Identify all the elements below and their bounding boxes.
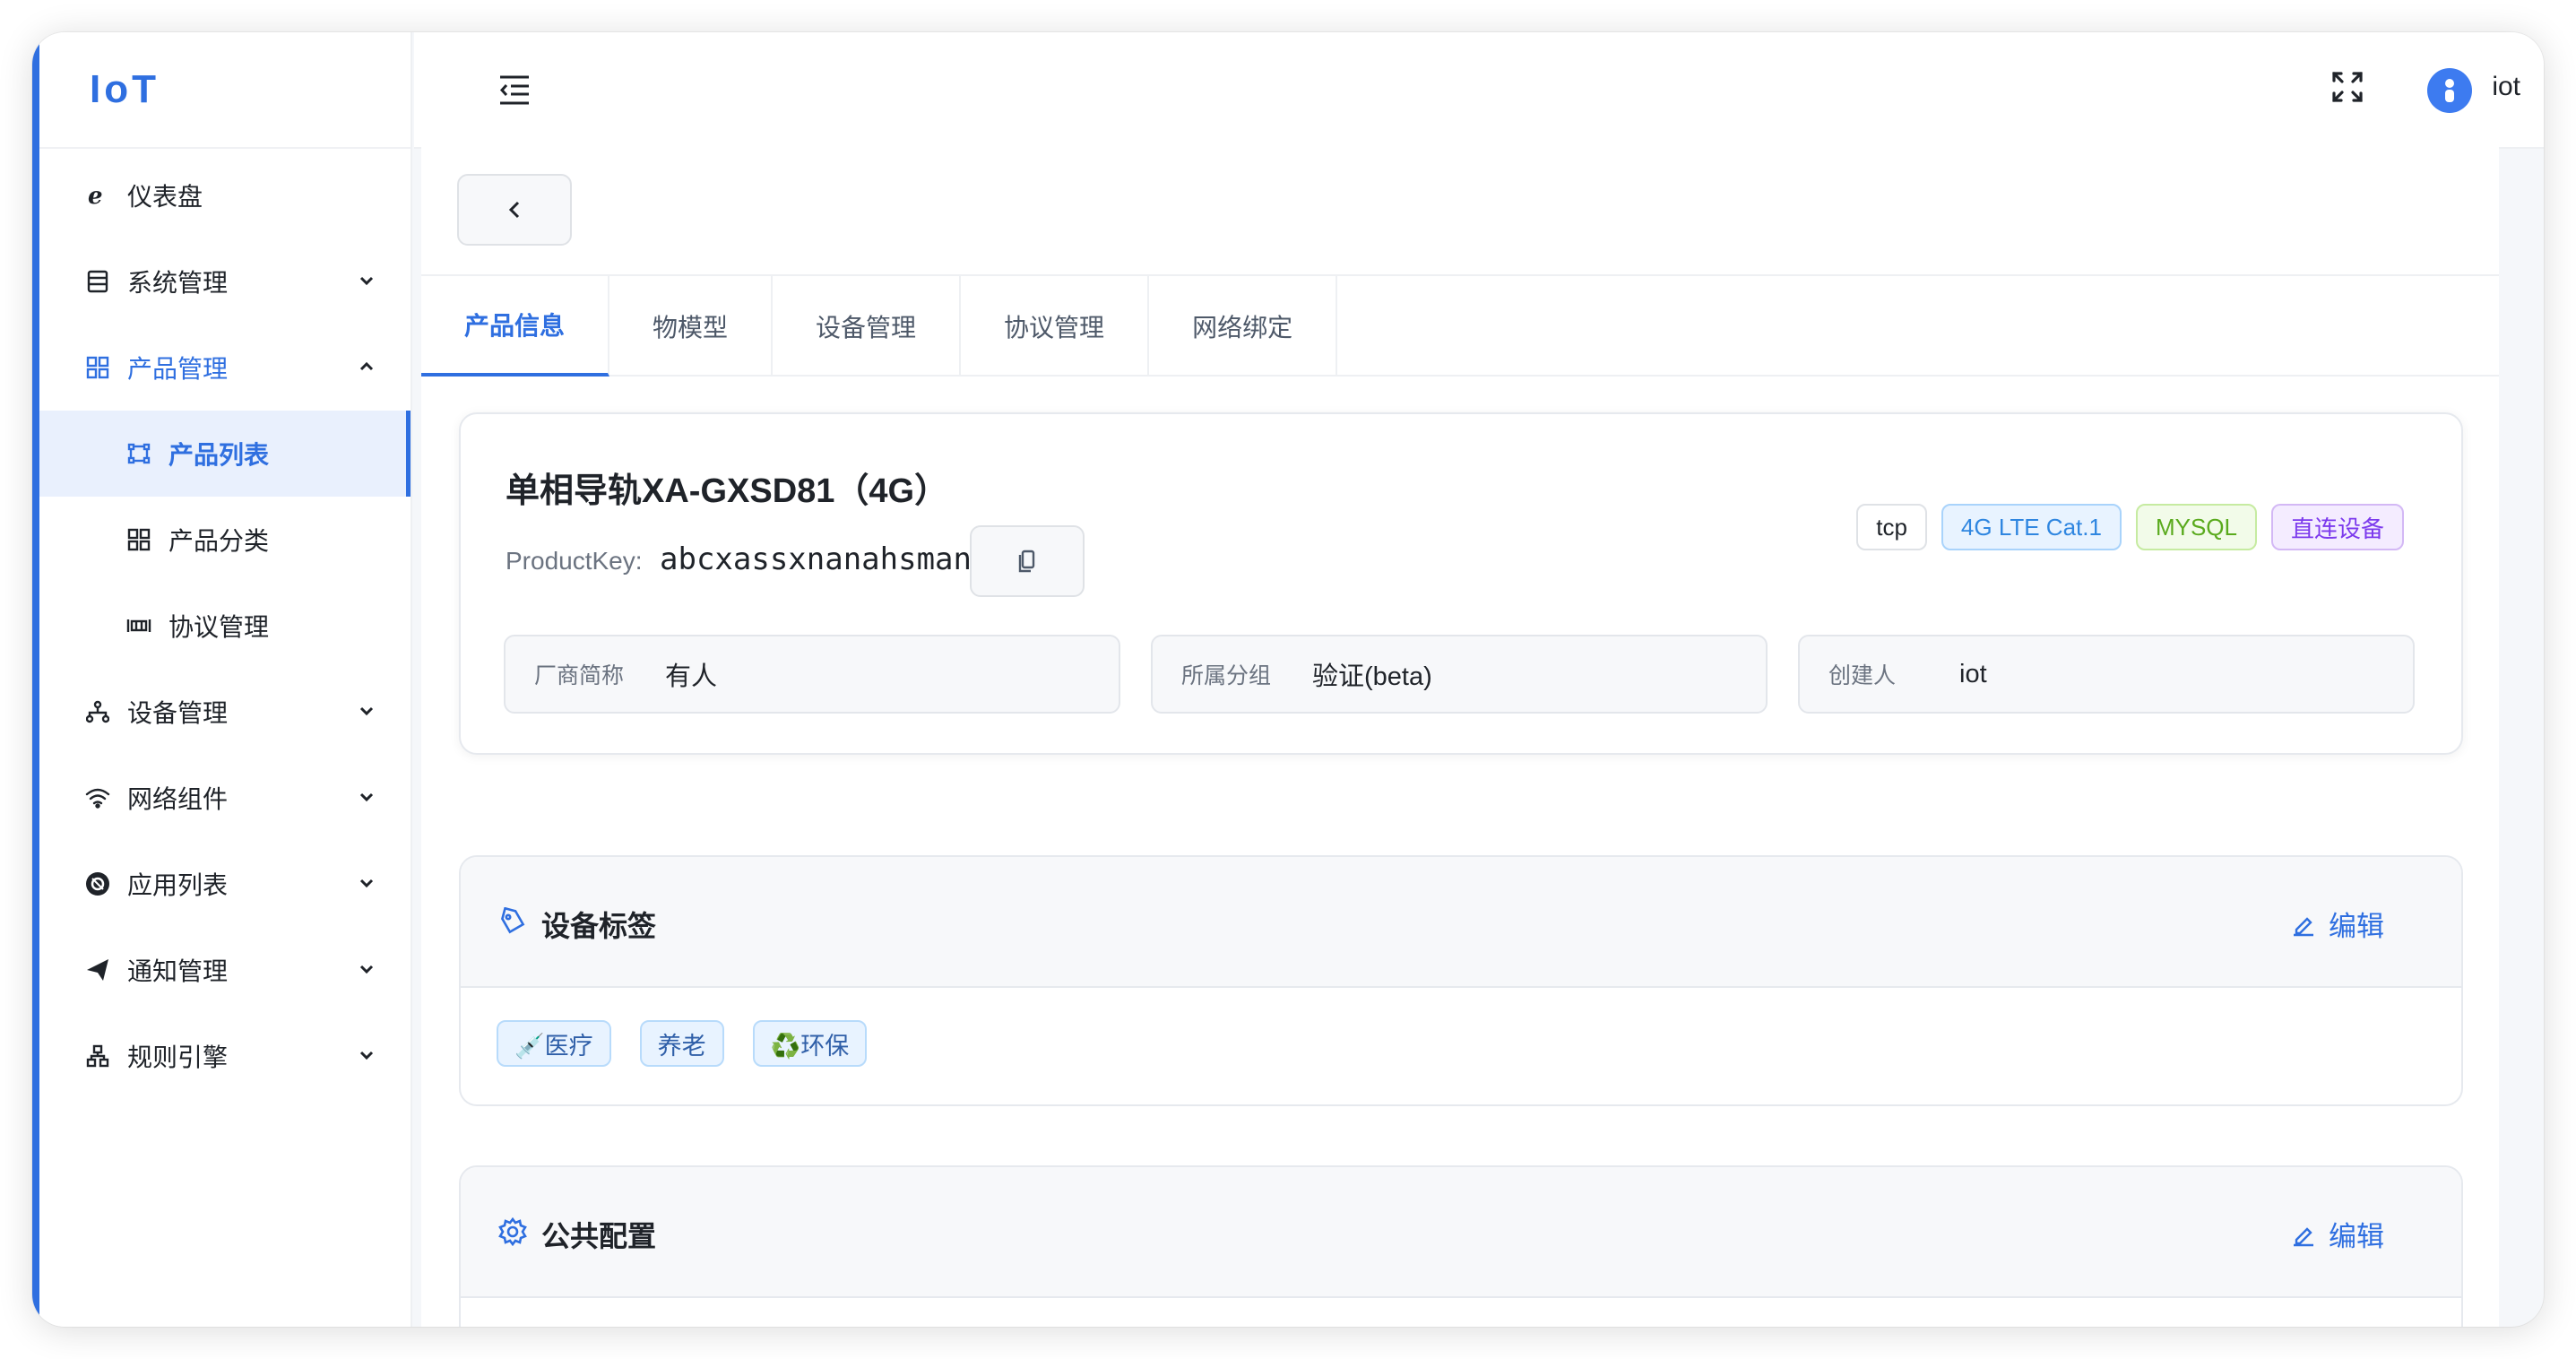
edit-tags-button[interactable]: 编辑 <box>2291 904 2384 944</box>
sidebar-item-device[interactable]: 设备管理 <box>39 669 411 755</box>
sidebar-item-label: 协议管理 <box>169 613 270 641</box>
nodes-icon <box>125 440 152 467</box>
user-icon <box>2445 79 2454 102</box>
edit-label: 编辑 <box>2329 911 2384 942</box>
product-tabs: 产品信息 物模型 设备管理 协议管理 网络绑定 <box>421 274 2499 377</box>
sidebar-item-label: 产品分类 <box>169 527 270 555</box>
badge-protocol: tcp <box>1856 504 1927 550</box>
svg-text:e: e <box>88 183 103 208</box>
field-value: iot <box>1959 659 1987 688</box>
menu-fold-icon[interactable] <box>497 72 532 108</box>
sidebar-item-apps[interactable]: 应用列表 <box>39 841 411 927</box>
badge-network: 4G LTE Cat.1 <box>1941 504 2122 550</box>
tag-item: ♻️环保 <box>752 1020 868 1067</box>
main-content: 产品信息 物模型 设备管理 协议管理 网络绑定 单相导轨XA-GXSD81（4G… <box>421 143 2499 1327</box>
wifi-icon <box>84 784 111 811</box>
tab-device-management[interactable]: 设备管理 <box>773 276 962 377</box>
copy-button[interactable] <box>970 525 1085 597</box>
sidebar-item-label: 系统管理 <box>127 269 229 297</box>
product-badges: tcp 4G LTE Cat.1 MYSQL 直连设备 <box>1856 504 2404 550</box>
sidebar-menu: e 仪表盘 系统管理 产品管理 产品列表 产品分类 协议管理 设备管理 网络组件… <box>39 149 411 1099</box>
sidebar-item-notify[interactable]: 通知管理 <box>39 927 411 1013</box>
sidebar-item-dashboard[interactable]: e 仪表盘 <box>39 152 411 238</box>
chevron-down-icon <box>359 792 374 802</box>
edit-icon <box>2294 916 2313 936</box>
tab-product-info[interactable]: 产品信息 <box>421 276 610 377</box>
badge-device-type: 直连设备 <box>2270 504 2404 550</box>
user-name[interactable]: iot <box>2492 72 2520 102</box>
field-label: 创建人 <box>1828 663 1897 688</box>
sidebar-item-label: 产品列表 <box>169 441 270 469</box>
chevron-down-icon <box>359 1051 374 1060</box>
sidebar-item-label: 规则引擎 <box>127 1043 229 1071</box>
sidebar-item-label: 应用列表 <box>127 871 229 899</box>
tab-network-binding[interactable]: 网络绑定 <box>1149 276 1338 377</box>
avatar[interactable] <box>2427 68 2472 113</box>
grid-icon <box>125 526 152 553</box>
tab-protocol-management[interactable]: 协议管理 <box>961 276 1150 377</box>
sidebar-item-product-category[interactable]: 产品分类 <box>39 497 411 583</box>
chevron-up-icon <box>359 361 374 371</box>
public-config-card: 公共配置 编辑 <box>459 1165 2463 1327</box>
product-key-label: ProductKey: <box>506 547 643 575</box>
tab-thing-model[interactable]: 物模型 <box>609 276 774 377</box>
fullscreen-icon[interactable] <box>2330 70 2364 104</box>
top-header: iot <box>414 32 2544 149</box>
device-tags-card: 设备标签 编辑 💉医疗 养老 ♻️环保 <box>459 855 2463 1106</box>
product-info-card: 单相导轨XA-GXSD81（4G） ProductKey: abcxassxna… <box>459 412 2463 755</box>
product-title: 单相导轨XA-GXSD81（4G） <box>506 472 949 510</box>
send-icon <box>84 956 111 983</box>
sidebar-item-protocol[interactable]: 协议管理 <box>39 583 411 669</box>
chevron-down-icon <box>359 879 374 888</box>
sidebar-item-label: 通知管理 <box>127 957 229 985</box>
grid-icon <box>84 354 111 381</box>
edit-label: 编辑 <box>2329 1221 2384 1252</box>
sidebar-item-system[interactable]: 系统管理 <box>39 238 411 325</box>
gear-icon <box>498 1217 527 1246</box>
edit-icon <box>2294 1226 2313 1246</box>
app-icon <box>84 870 111 897</box>
org-icon <box>84 1043 111 1069</box>
sidebar: IoT e 仪表盘 系统管理 产品管理 产品列表 产品分类 协议管理 设备管理 … <box>39 32 412 1327</box>
sidebar-item-network[interactable]: 网络组件 <box>39 755 411 841</box>
tag-icon <box>501 907 525 934</box>
field-label: 厂商简称 <box>534 663 625 688</box>
sidebar-item-product-list[interactable]: 产品列表 <box>39 411 411 497</box>
sidebar-item-label: 产品管理 <box>127 355 229 383</box>
badge-storage: MYSQL <box>2135 504 2257 550</box>
chevron-down-icon <box>359 706 374 716</box>
edit-config-button[interactable]: 编辑 <box>2291 1214 2384 1254</box>
back-button[interactable] <box>457 174 572 246</box>
chevron-left-icon <box>508 201 520 219</box>
ie-icon: e <box>84 182 111 209</box>
tag-item: 💉医疗 <box>497 1020 611 1067</box>
section-header: 公共配置 编辑 <box>461 1167 2461 1298</box>
product-fields: 厂商简称 有人 所属分组 验证(beta) 创建人 iot <box>504 635 2415 714</box>
sidebar-item-rules[interactable]: 规则引擎 <box>39 1013 411 1099</box>
sidebar-item-label: 网络组件 <box>127 785 229 813</box>
section-title: 公共配置 <box>541 1220 657 1252</box>
field-value: 验证(beta) <box>1312 662 1432 691</box>
sidebar-item-label: 设备管理 <box>127 699 229 727</box>
sidebar-item-product[interactable]: 产品管理 <box>39 325 411 411</box>
product-key-value: abcxassxnanahsman <box>660 541 972 577</box>
field-vendor: 厂商简称 有人 <box>504 635 1120 714</box>
hierarchy-icon <box>84 698 111 725</box>
section-header: 设备标签 编辑 <box>461 857 2461 988</box>
chevron-down-icon <box>359 965 374 974</box>
table-icon <box>84 268 111 295</box>
field-group: 所属分组 验证(beta) <box>1151 635 1768 714</box>
sidebar-item-label: 仪表盘 <box>127 183 203 211</box>
protocol-icon <box>125 612 152 639</box>
field-value: 有人 <box>665 662 718 691</box>
app-logo[interactable]: IoT <box>39 32 411 149</box>
copy-icon <box>1018 550 1035 573</box>
tag-list: 💉医疗 养老 ♻️环保 <box>497 1020 868 1067</box>
window-accent-bar <box>32 32 39 1327</box>
field-label: 所属分组 <box>1181 663 1272 688</box>
chevron-down-icon <box>359 276 374 286</box>
section-title: 设备标签 <box>541 910 657 942</box>
tag-item: 养老 <box>639 1020 724 1067</box>
field-creator: 创建人 iot <box>1798 635 2415 714</box>
